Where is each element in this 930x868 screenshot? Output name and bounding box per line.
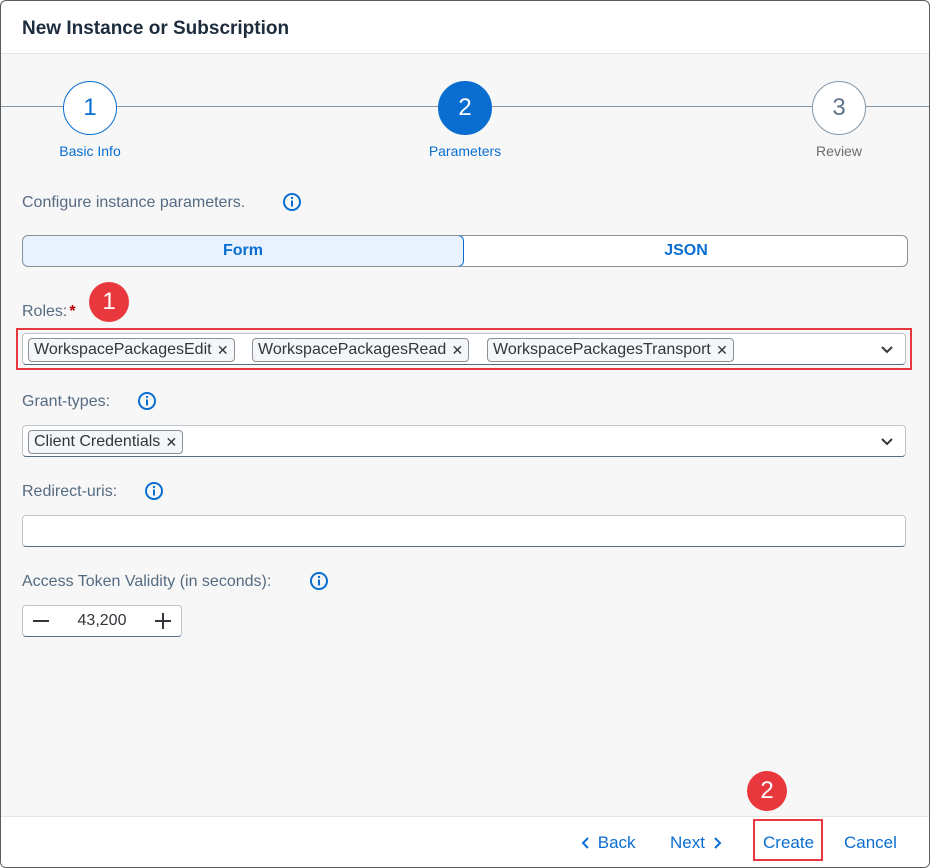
close-icon[interactable]: ✕ <box>166 431 178 453</box>
grant-types-label: Grant-types: <box>22 393 111 410</box>
roles-label-text: Roles: <box>22 303 68 320</box>
close-icon[interactable]: ✕ <box>716 339 728 361</box>
step-number: 3 <box>812 81 866 135</box>
role-token[interactable]: WorkspacePackagesRead ✕ <box>252 338 470 362</box>
plus-icon[interactable] <box>153 611 173 631</box>
info-icon[interactable] <box>282 192 302 212</box>
dialog-header: New Instance or Subscription <box>1 1 929 54</box>
close-icon[interactable]: ✕ <box>217 339 229 361</box>
redirect-uris-input[interactable] <box>22 515 906 547</box>
next-label: Next <box>670 833 705 852</box>
form-tab[interactable]: Form <box>23 236 464 266</box>
roles-multicombo[interactable]: WorkspacePackagesEdit ✕ WorkspacePackages… <box>22 333 906 365</box>
role-token[interactable]: WorkspacePackagesEdit ✕ <box>28 338 235 362</box>
chevron-right-icon <box>713 837 722 849</box>
annotation-badge-2: 2 <box>747 771 787 811</box>
grant-types-multicombo[interactable]: Client Credentials ✕ <box>22 425 906 457</box>
wizard-content: Configure instance parameters. Form JSON… <box>1 164 929 816</box>
chevron-down-icon[interactable] <box>879 434 895 450</box>
wizard-step-review: 3 Review <box>769 81 909 159</box>
step-number: 2 <box>438 81 492 135</box>
annotation-badge-1: 1 <box>89 282 129 322</box>
cancel-button[interactable]: Cancel <box>844 833 897 853</box>
chevron-left-icon <box>581 837 589 849</box>
required-marker: * <box>69 303 76 320</box>
wizard-progress: 1 Basic Info 2 Parameters 3 Review <box>1 54 929 164</box>
step-label: Review <box>816 143 862 159</box>
next-button[interactable]: Next <box>670 833 724 853</box>
stepper-value[interactable]: 43,200 <box>63 612 141 630</box>
json-tab[interactable]: JSON <box>465 236 907 266</box>
create-button[interactable]: Create <box>763 833 814 853</box>
access-token-validity-label: Access Token Validity (in seconds): <box>22 573 272 590</box>
wizard-step-basic-info[interactable]: 1 Basic Info <box>20 81 160 159</box>
wizard-step-parameters[interactable]: 2 Parameters <box>395 81 535 159</box>
redirect-uris-label: Redirect-uris: <box>22 483 118 500</box>
mode-segmented-button: Form JSON <box>22 235 908 267</box>
access-token-validity-stepper: 43,200 <box>22 605 182 637</box>
dialog-footer: Back Next Create Cancel <box>1 816 929 867</box>
token-text: WorkspacePackagesEdit <box>34 341 212 358</box>
roles-label: Roles: * <box>22 303 76 321</box>
minus-icon[interactable] <box>31 611 51 631</box>
token-text: WorkspacePackagesTransport <box>493 341 711 358</box>
info-icon[interactable] <box>137 391 157 411</box>
role-token[interactable]: WorkspacePackagesTransport ✕ <box>487 338 734 362</box>
dialog-title: New Instance or Subscription <box>22 18 290 39</box>
info-icon[interactable] <box>144 481 164 501</box>
step-label: Basic Info <box>59 143 121 159</box>
close-icon[interactable]: ✕ <box>452 339 464 361</box>
token-text: WorkspacePackagesRead <box>258 341 447 358</box>
step-number: 1 <box>63 81 117 135</box>
chevron-down-icon[interactable] <box>879 342 895 358</box>
back-button[interactable]: Back <box>579 833 636 853</box>
step-label: Parameters <box>428 143 502 159</box>
back-label: Back <box>597 833 636 852</box>
grant-type-token[interactable]: Client Credentials ✕ <box>28 430 184 454</box>
info-icon[interactable] <box>309 571 329 591</box>
instruction-text: Configure instance parameters. <box>22 194 246 211</box>
new-instance-dialog: New Instance or Subscription 1 Basic Inf… <box>0 0 930 868</box>
token-text: Client Credentials <box>34 433 161 450</box>
